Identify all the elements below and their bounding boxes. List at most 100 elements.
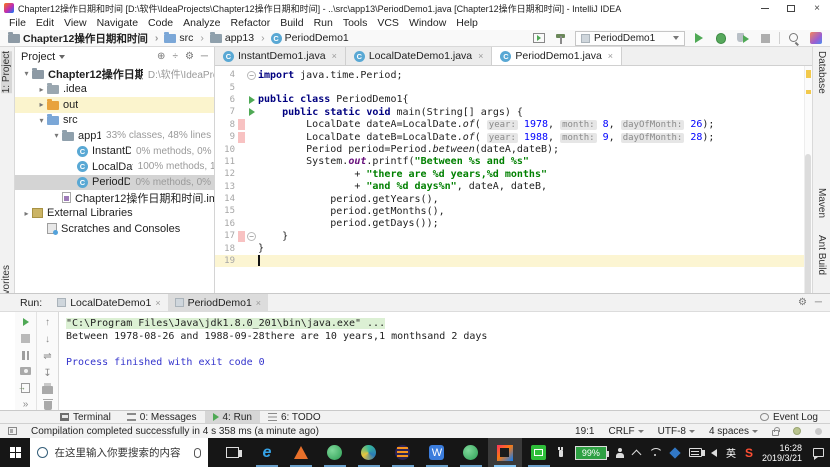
wifi-icon[interactable] bbox=[649, 448, 661, 457]
close-tab-icon[interactable]: × bbox=[478, 51, 483, 61]
chevron-collapsed-icon[interactable]: ▸ bbox=[36, 100, 47, 109]
run-configuration-select[interactable]: PeriodDemo1 bbox=[575, 31, 685, 46]
code-line[interactable]: 10 Period period=Period.between(dateA,da… bbox=[215, 143, 804, 155]
tree-row[interactable]: ▸External Libraries bbox=[15, 206, 214, 222]
clear-console-icon[interactable] bbox=[41, 401, 54, 411]
stop-button[interactable] bbox=[757, 31, 773, 45]
build-hammer-icon[interactable] bbox=[553, 31, 569, 45]
run-console-output[interactable]: "C:\Program Files\Java\jdk1.8.0_201\bin\… bbox=[66, 312, 830, 410]
hidden-icons-chevron[interactable] bbox=[631, 449, 641, 459]
menu-item[interactable]: VCS bbox=[372, 17, 404, 29]
code-line[interactable]: 18} bbox=[215, 242, 804, 254]
code-line[interactable]: 5 bbox=[215, 81, 804, 93]
run-button[interactable] bbox=[691, 31, 707, 45]
tree-row[interactable]: Chapter12操作日期和时间.iml bbox=[15, 190, 214, 206]
code-line[interactable]: 8 LocalDate dateA=LocalDate.of( year: 19… bbox=[215, 119, 804, 131]
code-line[interactable]: 11 System.out.printf("Between %s and %s" bbox=[215, 156, 804, 168]
toolwindow-button-todo[interactable]: 6: TODO bbox=[260, 411, 329, 424]
touch-keyboard-icon[interactable] bbox=[689, 448, 702, 457]
start-button[interactable] bbox=[0, 438, 30, 467]
caret-position[interactable]: 19:1 bbox=[575, 426, 594, 437]
speaker-icon[interactable] bbox=[711, 449, 717, 457]
more-actions-icon[interactable]: » bbox=[19, 399, 32, 410]
close-tab-icon[interactable]: × bbox=[256, 298, 261, 308]
pause-output-button[interactable] bbox=[19, 350, 32, 360]
print-icon[interactable] bbox=[41, 385, 54, 395]
tree-row[interactable]: Scratches and Consoles bbox=[15, 221, 214, 237]
event-log-button[interactable]: Event Log bbox=[752, 411, 830, 424]
taskbar-app-wps-office[interactable]: W bbox=[420, 438, 454, 467]
warning-stripe-mark[interactable] bbox=[806, 90, 811, 94]
fold-marker-icon[interactable]: − bbox=[247, 71, 256, 80]
menu-item[interactable]: File bbox=[4, 17, 31, 29]
warning-stripe-mark[interactable] bbox=[806, 70, 811, 78]
taskbar-app-matlab[interactable] bbox=[284, 438, 318, 467]
menu-item[interactable]: Analyze bbox=[178, 17, 225, 29]
editor-scrollbar[interactable] bbox=[804, 66, 812, 293]
close-tab-icon[interactable]: × bbox=[155, 298, 160, 308]
tree-row[interactable]: ▾app1333% classes, 48% lines covered bbox=[15, 128, 214, 144]
inspections-hector-icon[interactable] bbox=[793, 427, 801, 435]
taskbar-app-edge-browser[interactable]: e bbox=[250, 438, 284, 467]
chevron-collapsed-icon[interactable]: ▸ bbox=[36, 85, 47, 94]
down-stack-trace-icon[interactable]: ↓ bbox=[41, 334, 54, 345]
code-editor[interactable]: 4−import java.time.Period;56public class… bbox=[215, 66, 804, 293]
code-line[interactable]: 9 LocalDate dateB=LocalDate.of( year: 19… bbox=[215, 131, 804, 143]
tree-row[interactable]: ▸out bbox=[15, 97, 214, 113]
editor-tab[interactable]: LocalDateDemo1.java× bbox=[346, 47, 493, 65]
chevron-expanded-icon[interactable]: ▾ bbox=[36, 116, 47, 125]
soft-wrap-icon[interactable]: ⇌ bbox=[41, 351, 54, 362]
breadcrumb-item[interactable]: Chapter12操作日期和时间 bbox=[6, 31, 160, 46]
run-with-coverage-button[interactable] bbox=[735, 31, 751, 45]
microphone-icon[interactable] bbox=[194, 448, 201, 458]
menu-item[interactable]: Refactor bbox=[226, 17, 276, 29]
up-stack-trace-icon[interactable]: ↑ bbox=[41, 317, 54, 328]
project-panel-title[interactable]: Project bbox=[21, 51, 55, 63]
fold-marker-icon[interactable]: − bbox=[247, 232, 256, 241]
editor-tab[interactable]: PeriodDemo1.java× bbox=[492, 47, 622, 65]
tree-row[interactable]: InstantDemo10% methods, 0% lines covered bbox=[15, 144, 214, 160]
locate-file-icon[interactable]: ⊕ bbox=[157, 51, 165, 62]
thread-dump-icon[interactable] bbox=[19, 366, 32, 376]
tree-row[interactable]: ▾Chapter12操作日期和时间D:\软件\IdeaProjects bbox=[15, 66, 214, 82]
stop-process-button[interactable] bbox=[19, 333, 32, 343]
readonly-lock-icon[interactable] bbox=[772, 430, 779, 436]
code-line[interactable]: 13 + "and %d days%n", dateA, dateB, bbox=[215, 181, 804, 193]
editor-tab[interactable]: InstantDemo1.java× bbox=[215, 47, 346, 65]
toolwindow-button-messages[interactable]: 0: Messages bbox=[119, 411, 205, 424]
contact-person-icon[interactable] bbox=[616, 448, 624, 458]
menu-item[interactable]: Run bbox=[309, 17, 338, 29]
menu-item[interactable]: Edit bbox=[31, 17, 59, 29]
chevron-collapsed-icon[interactable]: ▸ bbox=[21, 209, 32, 218]
taskbar-app-green-app-2[interactable] bbox=[454, 438, 488, 467]
battery-indicator[interactable]: 99% bbox=[575, 446, 607, 460]
tree-row[interactable]: ▸.idea bbox=[15, 82, 214, 98]
hide-panel-icon[interactable]: ─ bbox=[201, 51, 208, 62]
toolwindow-tab-maven[interactable]: Maven bbox=[816, 188, 827, 218]
code-line[interactable]: 4−import java.time.Period; bbox=[215, 69, 804, 81]
exit-icon[interactable] bbox=[19, 383, 32, 393]
breadcrumb-item[interactable]: PeriodDemo1 bbox=[269, 32, 351, 44]
search-everywhere-icon[interactable] bbox=[786, 31, 802, 45]
rerun-button[interactable] bbox=[19, 317, 32, 327]
ime-indicator[interactable]: 英 bbox=[726, 445, 736, 460]
menu-item[interactable]: Code bbox=[143, 17, 178, 29]
menu-item[interactable]: Build bbox=[275, 17, 308, 29]
line-ending-select[interactable]: CRLF bbox=[609, 426, 644, 437]
toolwindow-tab-project[interactable]: 1: Project bbox=[1, 51, 12, 93]
security-app-icon[interactable] bbox=[669, 447, 680, 458]
updates-icon[interactable] bbox=[808, 31, 824, 45]
chevron-expanded-icon[interactable]: ▾ bbox=[51, 131, 62, 140]
minimize-button[interactable] bbox=[752, 1, 778, 16]
taskbar-app-green-box-app[interactable] bbox=[522, 438, 556, 467]
toolwindow-toggle-icon[interactable] bbox=[8, 427, 17, 435]
tree-row[interactable]: PeriodDemo10% methods, 0% lines covered bbox=[15, 175, 214, 191]
settings-gear-icon[interactable]: ⚙ bbox=[798, 297, 807, 308]
code-line[interactable]: 15 period.getMonths(), bbox=[215, 205, 804, 217]
taskbar-app-intellij-idea[interactable] bbox=[488, 438, 522, 467]
code-line[interactable]: 17− } bbox=[215, 230, 804, 242]
clock[interactable]: 16:28 2019/3/21 bbox=[762, 443, 802, 463]
menu-item[interactable]: Navigate bbox=[92, 17, 143, 29]
maximize-button[interactable] bbox=[778, 1, 804, 16]
debug-button[interactable] bbox=[713, 31, 729, 45]
